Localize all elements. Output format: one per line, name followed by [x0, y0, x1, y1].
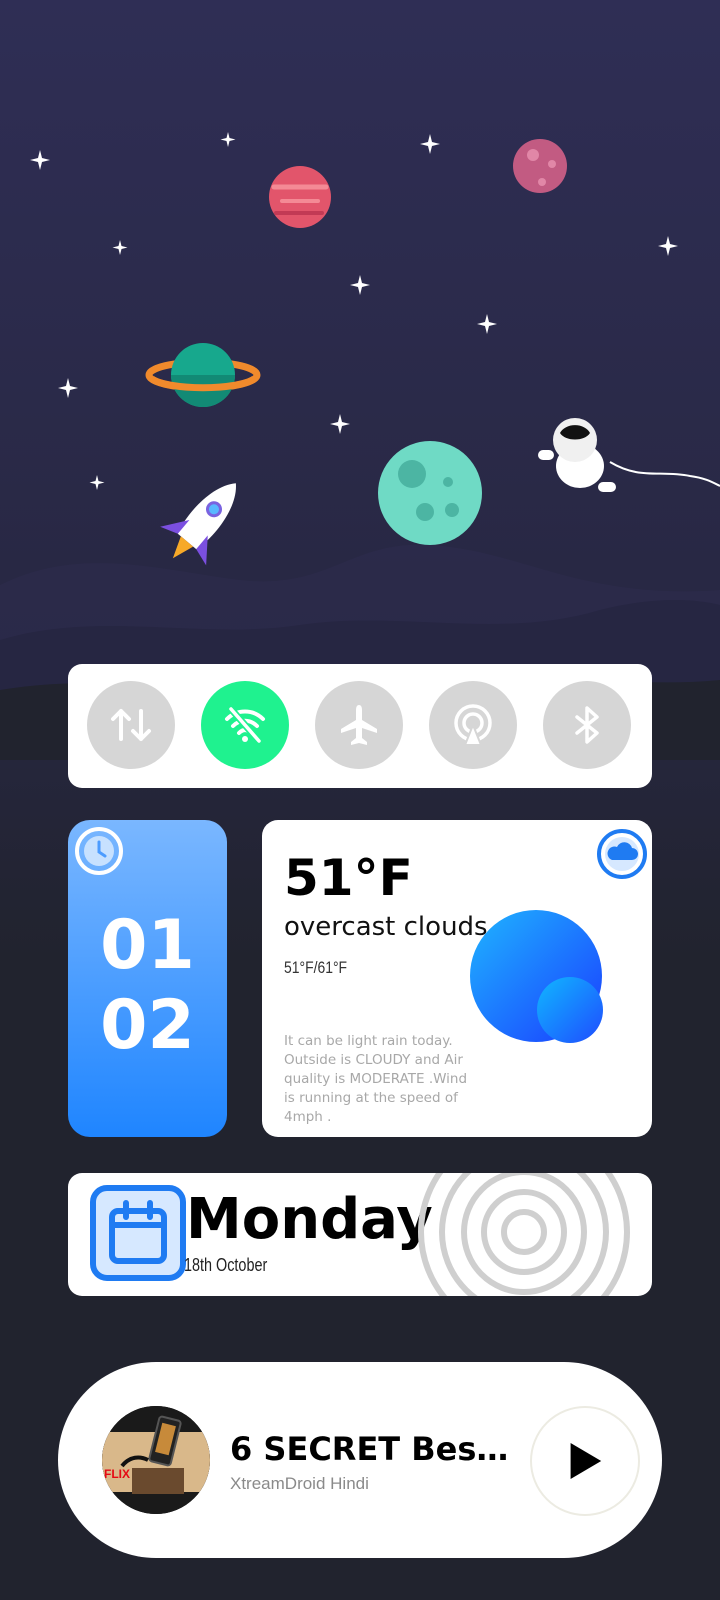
calendar-icon: [90, 1185, 186, 1281]
red-planet: [269, 166, 331, 228]
concentric-rings-graphic: [418, 1173, 630, 1296]
mobile-data-toggle[interactable]: [87, 681, 175, 769]
space-wallpaper: [0, 0, 720, 1600]
alarm-clock-icon: [75, 827, 123, 875]
bluetooth-toggle[interactable]: [543, 681, 631, 769]
hotspot-icon: [454, 704, 492, 746]
cloud-icon: [597, 829, 647, 879]
media-artist: XtreamDroid Hindi: [230, 1474, 369, 1493]
weather-condition: overcast clouds: [284, 912, 488, 942]
airplane-mode-toggle[interactable]: [315, 681, 403, 769]
bluetooth-icon: [575, 706, 599, 744]
data-arrows-icon: [111, 709, 151, 741]
media-title: 6 SECRET Best ...: [230, 1430, 510, 1468]
media-player-widget[interactable]: FLIX 6 SECRET Best ... XtreamDroid Hindi: [58, 1362, 662, 1558]
wifi-toggle[interactable]: [201, 681, 289, 769]
pink-planet: [513, 139, 567, 193]
weather-description: It can be light rain today. Outside is C…: [284, 1033, 468, 1125]
clock-hour: 01: [100, 906, 195, 985]
weekday: Monday: [186, 1187, 433, 1252]
weather-widget[interactable]: 51°F overcast clouds 51°F/61°F It can be…: [262, 820, 652, 1137]
weather-orb-graphic: [470, 910, 603, 1043]
clock-widget[interactable]: 01 02: [68, 820, 227, 1137]
album-thumbnail[interactable]: FLIX: [102, 1406, 210, 1514]
temperature-range: 51°F/61°F: [284, 958, 348, 977]
airplane-icon: [341, 705, 377, 745]
date-widget[interactable]: Monday 18th October: [68, 1173, 652, 1296]
clock-minute: 02: [100, 986, 195, 1065]
wifi-off-icon: [225, 705, 265, 745]
play-button[interactable]: [530, 1406, 640, 1516]
play-icon: [570, 1443, 602, 1479]
thumbnail-text: FLIX: [104, 1467, 130, 1481]
date-text: 18th October: [184, 1255, 268, 1275]
green-moon: [378, 441, 482, 545]
hotspot-toggle[interactable]: [429, 681, 517, 769]
quick-settings-card: [68, 664, 652, 788]
current-temperature: 51°F: [284, 849, 413, 907]
